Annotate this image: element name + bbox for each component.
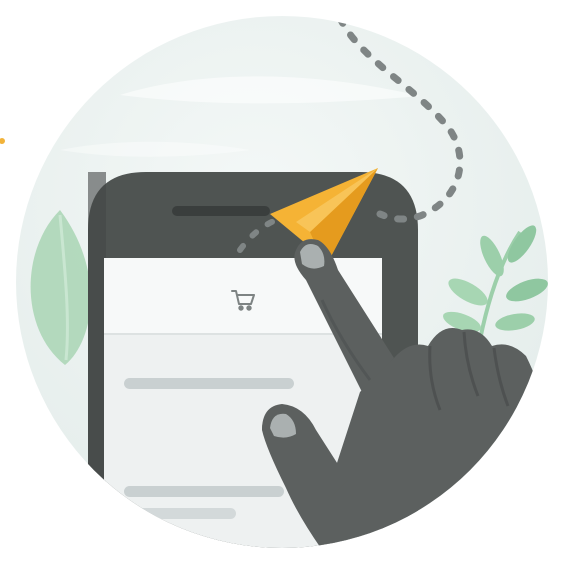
illustration	[0, 16, 548, 548]
phone-speaker	[172, 206, 270, 216]
placeholder-line	[124, 378, 294, 389]
accent-dot	[0, 138, 5, 144]
phone-frame-shadow	[88, 172, 106, 548]
placeholder-line	[124, 508, 236, 519]
placeholder-line	[124, 486, 284, 497]
